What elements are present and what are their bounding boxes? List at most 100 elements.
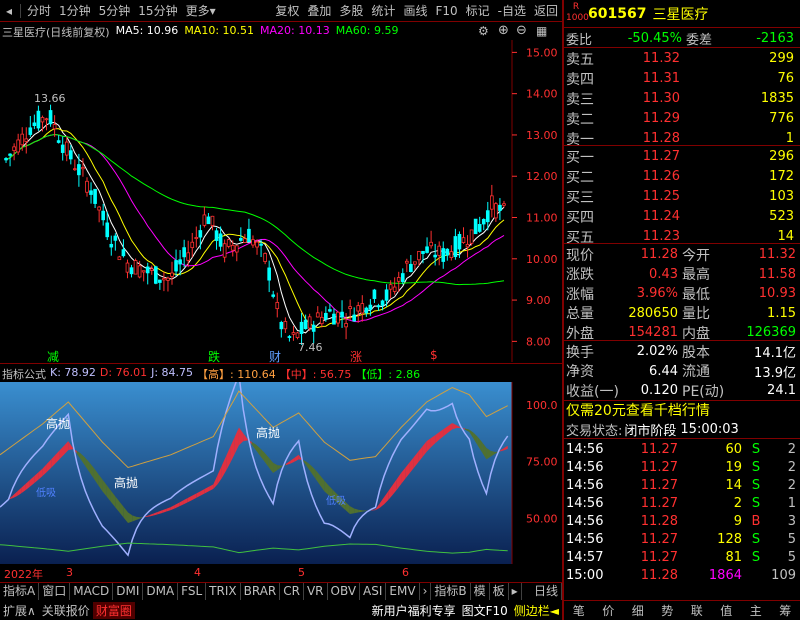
candle-body (48, 110, 53, 125)
candle-body (20, 133, 25, 146)
level-price: 11.27 (642, 149, 680, 164)
tab-indicator-b[interactable]: 指标B (431, 583, 471, 600)
bid-row[interactable]: 买二 11.26 172 (564, 167, 800, 186)
tab-intraday[interactable]: 分时 (23, 2, 55, 19)
layout-icon[interactable]: ▦ (536, 24, 547, 38)
tab-fsl[interactable]: FSL (178, 583, 207, 600)
bid-row[interactable]: 买一 11.27 296 (564, 147, 800, 166)
tick-row: 14:56 11.27 19 S 2 (564, 458, 800, 477)
wealth-circle-button[interactable]: 财富圈 (92, 602, 135, 619)
zoom-out-icon[interactable]: ⊖ (516, 23, 527, 38)
ask-row[interactable]: 卖五 11.32 299 (564, 49, 800, 68)
tab-detail[interactable]: 细 (623, 602, 653, 619)
return-button[interactable]: 返回 (530, 2, 562, 19)
tab-15min[interactable]: 15分钟 (134, 2, 181, 19)
candle-body (267, 267, 271, 281)
tick-row: 14:56 11.27 14 S 2 (564, 476, 800, 495)
tab-1min[interactable]: 1分钟 (55, 2, 95, 19)
level-label: 卖三 (566, 91, 594, 108)
tab-cr[interactable]: CR (280, 583, 304, 600)
tab-template[interactable]: 模 (471, 583, 490, 600)
new-user-promo-link[interactable]: 新用户福利专享 (369, 602, 459, 619)
tab-asi[interactable]: ASI (360, 583, 387, 600)
candle-body (158, 279, 162, 283)
indicator-chart[interactable]: 100.0 75.00 50.00 (0, 382, 562, 564)
candle-body (166, 277, 170, 281)
candle-body (372, 289, 377, 299)
indicator-j: J: 84.75 (151, 366, 194, 379)
expand-button[interactable]: 扩展∧ (0, 602, 39, 619)
rights-badge: R 1000 (566, 2, 589, 26)
quote-row: 涨跌 0.43 最高 11.58 (564, 265, 800, 284)
candle-body (198, 230, 203, 238)
tab-trix[interactable]: TRIX (206, 583, 241, 600)
settings-gear-icon[interactable]: ⚙ (478, 24, 489, 38)
field-value: 10.93 (758, 286, 796, 301)
tab-window[interactable]: 窗口 (39, 583, 71, 600)
tab-price[interactable]: 价 (594, 602, 624, 619)
more-menu[interactable]: 更多▾ (182, 2, 220, 19)
ask-row[interactable]: 卖二 11.29 776 (564, 109, 800, 128)
stats-button[interactable]: 统计 (367, 2, 399, 19)
sidebar-toggle-button[interactable]: 侧边栏◄ (511, 602, 562, 619)
tab-macd[interactable]: MACD (70, 583, 114, 600)
related-quotes-button[interactable]: 关联报价 (39, 602, 93, 619)
tick-time: 14:56 (566, 514, 604, 529)
draw-line-button[interactable]: 画线 (399, 2, 431, 19)
f10-button[interactable]: F10 (431, 4, 461, 18)
tick-volume: 9 (733, 514, 742, 529)
level-volume: 1 (785, 131, 794, 146)
tab-vr[interactable]: VR (304, 583, 328, 600)
tab-related[interactable]: 联 (682, 602, 712, 619)
ask-row[interactable]: 卖四 11.31 76 (564, 69, 800, 88)
candle-body (275, 302, 280, 310)
candle-body (319, 316, 324, 325)
candle-body (117, 256, 122, 261)
bid-row[interactable]: 买三 11.25 103 (564, 187, 800, 206)
adjust-button[interactable]: 复权 (271, 2, 303, 19)
tabs-expand-icon[interactable]: ▸ (509, 583, 522, 600)
event-marker-dividend[interactable]: $ (430, 348, 438, 362)
candle-body (239, 238, 243, 241)
tick-row: 14:57 11.27 81 S 5 (564, 548, 800, 567)
candle-body (364, 307, 369, 314)
tab-ticks[interactable]: 笔 (564, 602, 594, 619)
period-select[interactable]: 日线 (531, 583, 562, 600)
promo-banner[interactable]: 仅需20元查看千档行情 (564, 400, 800, 419)
tab-5min[interactable]: 5分钟 (95, 2, 135, 19)
tab-board[interactable]: 板 (490, 583, 509, 600)
tab-trend[interactable]: 势 (653, 602, 683, 619)
f10-graphic-button[interactable]: 图文F10 (459, 602, 511, 619)
tab-brar[interactable]: BRAR (241, 583, 281, 600)
tab-emv[interactable]: EMV (386, 583, 420, 600)
multi-stock-button[interactable]: 多股 (335, 2, 367, 19)
tab-indicator-a[interactable]: 指标A (0, 583, 40, 600)
tab-obv[interactable]: OBV (328, 583, 361, 600)
tab-main[interactable]: 主 (741, 602, 771, 619)
candle-body (247, 228, 251, 243)
tab-value[interactable]: 值 (712, 602, 742, 619)
indicator-name[interactable]: 指标公式 (2, 366, 46, 382)
candle-body (453, 236, 458, 258)
candle-body (425, 246, 429, 253)
zoom-in-icon[interactable]: ⊕ (498, 23, 509, 38)
field-value: 14.1亿 (754, 346, 796, 361)
tabs-more-icon[interactable]: › (420, 583, 432, 600)
ma5-line (5, 121, 505, 334)
tab-dma[interactable]: DMA (143, 583, 179, 600)
indicator-low: 【低】: 2.86 (355, 368, 421, 381)
level-label: 卖二 (566, 111, 594, 128)
candle-body (85, 180, 89, 193)
tab-chips[interactable]: 筹 (771, 602, 800, 619)
remove-watchlist-button[interactable]: -自选 (494, 2, 530, 19)
overlay-button[interactable]: 叠加 (303, 2, 335, 19)
price-chart[interactable]: 15.00 14.00 13.00 12.00 11.00 10.00 9.00 8.00 (0, 40, 562, 362)
field-value: 280650 (628, 305, 678, 321)
tab-dmi[interactable]: DMI (113, 583, 144, 600)
back-arrow-icon[interactable]: ◂ (0, 4, 18, 18)
indicator-tick-label: 100.0 (526, 399, 558, 412)
mark-button[interactable]: 标记 (462, 2, 494, 19)
high-annotation: 13.66 (34, 92, 66, 105)
bid-row[interactable]: 买四 11.24 523 (564, 207, 800, 226)
ask-row[interactable]: 卖三 11.30 1835 (564, 89, 800, 108)
